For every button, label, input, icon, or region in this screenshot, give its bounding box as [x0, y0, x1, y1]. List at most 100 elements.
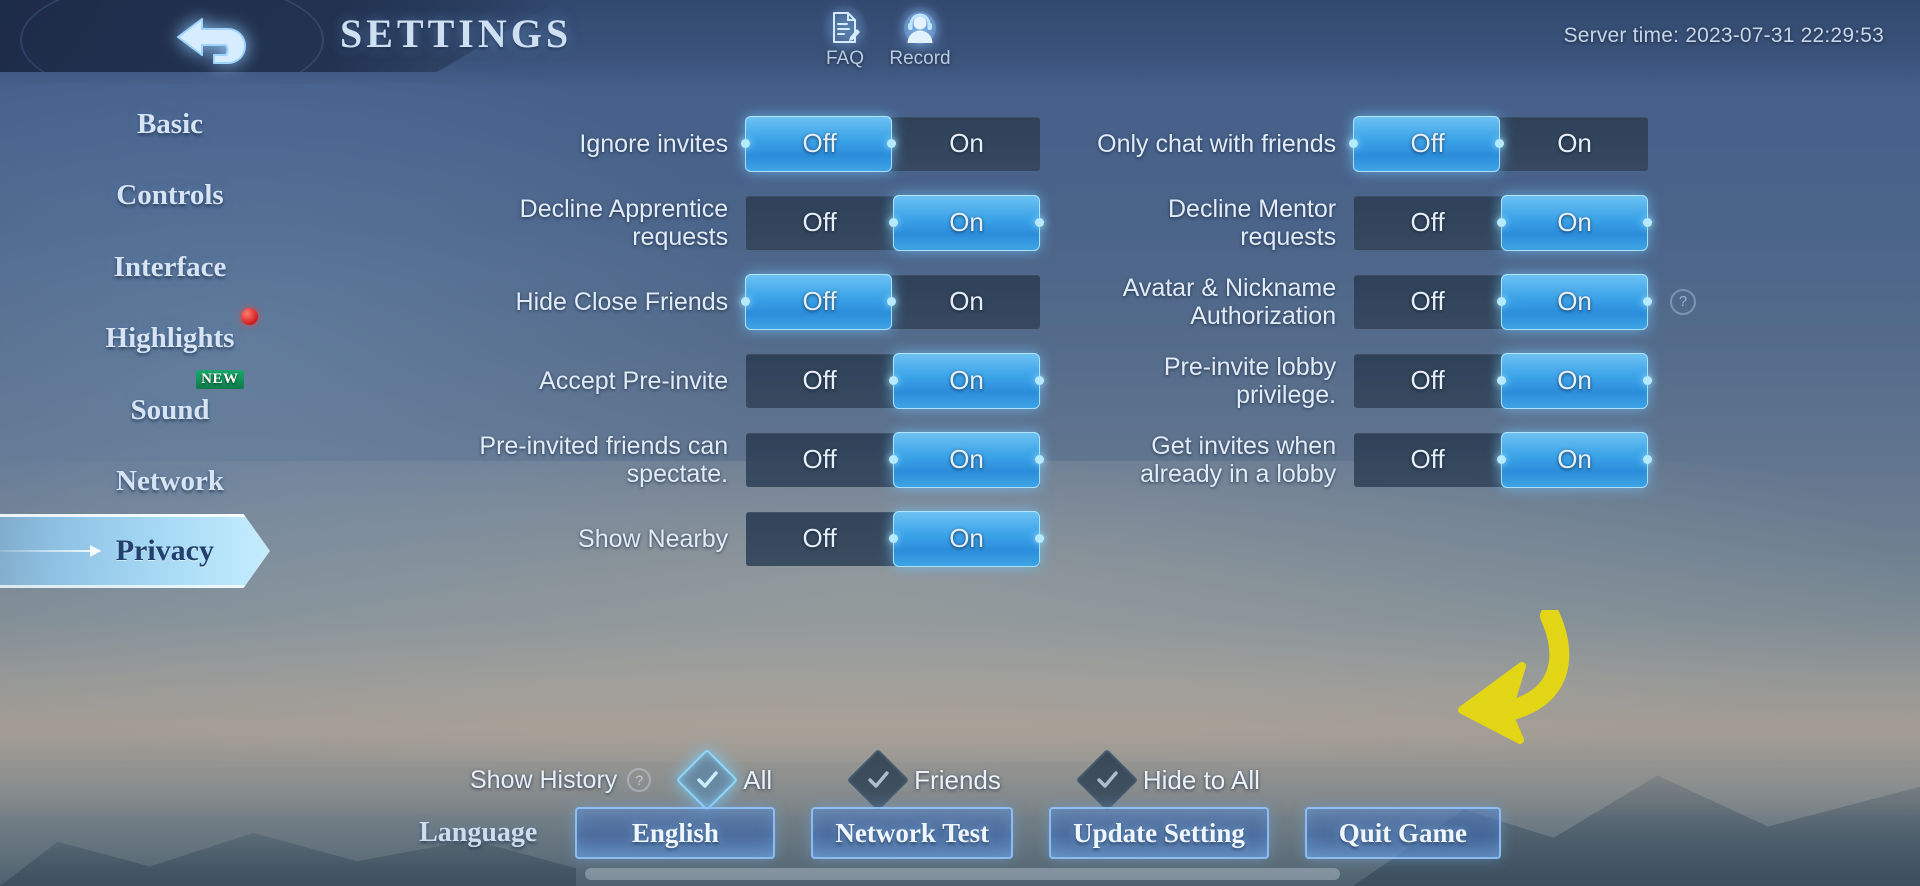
update-setting-button[interactable]: Update Setting — [1049, 807, 1269, 859]
sidebar-item-basic[interactable]: Basic — [0, 96, 340, 152]
toggle-on-label: On — [949, 523, 984, 553]
new-badge: NEW — [196, 369, 244, 389]
toggle-decline-apprentice-requests[interactable]: Off On — [746, 194, 1044, 251]
check-icon — [868, 771, 889, 788]
toggle-off-label: Off — [802, 128, 837, 158]
setting-row-pre-invite-lobby-privilege: Pre-invite lobby privilege. Off On — [1078, 341, 1652, 420]
toggle-off-label: Off — [1410, 444, 1445, 474]
setting-label: Decline Apprentice requests — [519, 194, 729, 251]
page-title: SETTINGS — [340, 11, 573, 56]
sidebar-item-label: Interface — [113, 250, 227, 283]
selection-arrow-icon — [90, 545, 101, 557]
toggle-on-label: On — [949, 286, 984, 316]
history-option-label: All — [743, 764, 773, 795]
top-header-bar: SETTINGS FAQ Record Server time: 2023-07… — [0, 0, 1920, 84]
history-option-label: Hide to All — [1142, 764, 1260, 795]
sidebar-item-label: Controls — [116, 178, 224, 211]
toggle-decline-mentor-requests[interactable]: Off On — [1354, 194, 1652, 251]
sidebar-item-label: Sound NEW — [130, 369, 244, 427]
check-icon — [697, 771, 718, 788]
sidebar-item-label: Network — [116, 464, 224, 497]
toggle-on-label: On — [1557, 444, 1592, 474]
show-history-label: Show History — [470, 765, 618, 794]
toggle-off-label: Off — [1410, 207, 1445, 237]
history-option-hide-to-all[interactable]: Hide to All — [1075, 748, 1260, 812]
toggle-pre-invited-friends-can-spectate[interactable]: Off On — [746, 431, 1044, 488]
setting-label: Avatar & Nickname Authorization — [1122, 273, 1337, 330]
history-option-friends[interactable]: Friends — [847, 748, 1001, 812]
history-option-all[interactable]: All — [676, 748, 773, 812]
history-option-label: Friends — [914, 764, 1001, 795]
toggle-off-label: Off — [802, 523, 837, 553]
check-icon — [1097, 771, 1118, 788]
record-label: Record — [889, 48, 951, 69]
setting-label: Show Nearby — [578, 524, 729, 553]
language-select-button[interactable]: English — [575, 807, 776, 859]
support-headset-avatar-icon — [898, 6, 942, 50]
sidebar-item-label: Highlights — [106, 307, 259, 355]
toggle-on-label: On — [949, 207, 984, 237]
toggle-on-label: On — [1557, 207, 1592, 237]
toggle-hide-close-friends[interactable]: Off On — [741, 273, 1040, 330]
toggle-avatar-nickname-authorization[interactable]: Off On — [1354, 273, 1652, 330]
toggle-off-label: Off — [1410, 128, 1445, 158]
quit-game-button[interactable]: Quit Game — [1304, 807, 1501, 859]
setting-row-pre-invited-friends-can-spectate: Pre-invited friends can spectate. Off On — [470, 420, 1044, 499]
setting-row-accept-pre-invite: Accept Pre-invite Off On — [470, 341, 1044, 420]
horizontal-scrollbar[interactable] — [585, 868, 1340, 880]
sidebar-item-highlights[interactable]: Highlights — [0, 307, 340, 366]
sidebar-item-controls[interactable]: Controls — [0, 167, 340, 223]
toggle-off-label: Off — [1410, 365, 1445, 395]
toggle-on-label: On — [949, 365, 984, 395]
setting-label: Accept Pre-invite — [539, 366, 729, 395]
setting-row-get-invites-when-already-in-a-lobby: Get invites when already in a lobby Off … — [1078, 420, 1652, 499]
toggle-show-nearby[interactable]: Off On — [746, 510, 1044, 567]
toggle-on-label: On — [1557, 286, 1592, 316]
setting-label: Pre-invite lobby privilege. — [1163, 352, 1337, 409]
toggle-on-label: On — [1557, 128, 1592, 158]
network-test-button[interactable]: Network Test — [811, 807, 1014, 859]
setting-row-ignore-invites: Ignore invites Off On — [470, 104, 1040, 183]
back-arrow-icon[interactable] — [160, 6, 268, 72]
setting-row-only-chat-with-friends: Only chat with friends Off On — [1078, 104, 1648, 183]
setting-label: Decline Mentor requests — [1167, 194, 1337, 251]
language-label: Language — [419, 817, 538, 848]
settings-column-right: Only chat with friends Off On Decline Me… — [1078, 104, 1696, 499]
server-time: Server time: 2023-07-31 22:29:53 — [1563, 24, 1884, 47]
toggle-off-label: Off — [802, 286, 837, 316]
setting-label: Pre-invited friends can spectate. — [479, 431, 729, 488]
sidebar-item-sound[interactable]: Sound NEW — [0, 369, 340, 438]
settings-sidebar: Basic Controls Interface Highlights Soun… — [0, 96, 340, 756]
toggle-only-chat-with-friends[interactable]: Off On — [1349, 115, 1648, 172]
toggle-off-label: Off — [802, 207, 837, 237]
toggle-on-label: On — [949, 444, 984, 474]
sidebar-item-label: Basic — [136, 107, 204, 140]
faq-label: FAQ — [825, 48, 864, 69]
toggle-ignore-invites[interactable]: Off On — [741, 115, 1040, 172]
setting-row-decline-apprentice-requests: Decline Apprentice requests Off On — [470, 183, 1044, 262]
bottom-toolbar: Language English Network Test Update Set… — [0, 798, 1920, 868]
setting-row-decline-mentor-requests: Decline Mentor requests Off On — [1078, 183, 1652, 262]
settings-column-left: Ignore invites Off On Decline Apprentice… — [470, 104, 1044, 578]
toggle-on-label: On — [949, 128, 984, 158]
setting-row-avatar-nickname-authorization: Avatar & Nickname Authorization Off On ? — [1078, 262, 1696, 341]
question-mark-icon[interactable]: ? — [627, 768, 652, 792]
record-button[interactable]: Record — [883, 6, 957, 70]
setting-label: Ignore invites — [579, 129, 729, 158]
toggle-get-invites-when-already-in-a-lobby[interactable]: Off On — [1354, 431, 1652, 488]
help-question-icon[interactable]: ? — [1670, 288, 1696, 315]
sidebar-item-label: Privacy — [115, 534, 214, 567]
sidebar-item-network[interactable]: Network — [0, 453, 340, 509]
toggle-accept-pre-invite[interactable]: Off On — [746, 352, 1044, 409]
toggle-on-label: On — [1557, 365, 1592, 395]
toggle-off-label: Off — [802, 365, 837, 395]
sidebar-item-interface[interactable]: Interface — [0, 239, 340, 295]
sidebar-item-privacy[interactable]: Privacy — [0, 514, 270, 588]
setting-label: Only chat with friends — [1097, 129, 1337, 158]
faq-button[interactable]: FAQ — [808, 6, 882, 70]
faq-document-icon — [823, 6, 867, 50]
setting-row-hide-close-friends: Hide Close Friends Off On — [470, 262, 1040, 341]
setting-row-show-nearby: Show Nearby Off On — [470, 499, 1044, 578]
toggle-pre-invite-lobby-privilege[interactable]: Off On — [1354, 352, 1652, 409]
notification-dot-icon — [241, 307, 259, 325]
